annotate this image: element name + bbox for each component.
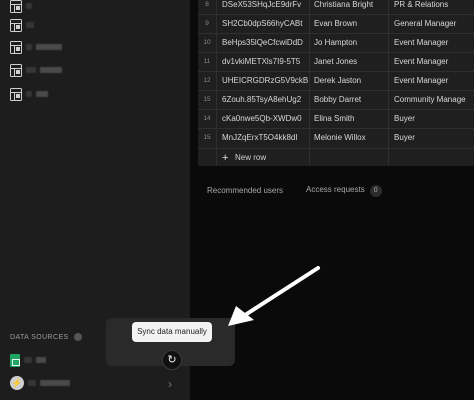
name-cell[interactable]: Janet Jones xyxy=(314,53,388,72)
data-source-label-redacted xyxy=(28,380,36,386)
role-cell[interactable]: Buyer xyxy=(394,110,474,129)
sidebar-item-2[interactable] xyxy=(10,18,34,32)
sidebar-item-label-redacted xyxy=(36,44,62,50)
app-window: DATA SOURCES ⚡ › Sync data manually ↻ 8D… xyxy=(0,0,474,400)
sheet-icon xyxy=(10,40,22,54)
data-source-label-redacted xyxy=(40,380,70,386)
role-cell[interactable]: Community Manage xyxy=(394,91,474,110)
name-cell[interactable]: Christiana Bright xyxy=(314,0,388,15)
name-cell[interactable]: Evan Brown xyxy=(314,15,388,34)
table-row[interactable]: 14 cKa0nwe5Qb-XWDw0 Elina Smith Buyer xyxy=(198,109,474,128)
new-row-button[interactable]: + New row xyxy=(198,148,474,166)
table-row[interactable]: 11 dv1vkiMETXls7I9-5T5 Janet Jones Event Ma… xyxy=(198,52,474,71)
data-source-google-sheets[interactable] xyxy=(10,353,46,367)
data-sources-heading: DATA SOURCES xyxy=(10,333,82,341)
table-row[interactable]: 15 6Zouh.85TsyA8ehUg2 Bobby Darret Communit… xyxy=(198,90,474,109)
plus-icon: + xyxy=(222,152,229,164)
chevron-right-icon[interactable]: › xyxy=(168,377,172,391)
users-table: 8 DSeX53SHqJcE9drFv Christiana Bright PR & … xyxy=(198,0,474,166)
row-number-cell[interactable]: 8 xyxy=(198,0,216,15)
help-icon[interactable] xyxy=(73,333,82,341)
role-cell[interactable]: General Manager xyxy=(394,15,474,34)
sidebar-item-3[interactable] xyxy=(10,40,62,54)
sidebar-item-label-redacted xyxy=(40,67,62,73)
row-number-cell[interactable]: 15 xyxy=(198,91,216,110)
id-cell[interactable]: MnJZqErxT5O4kk8dI xyxy=(222,129,308,148)
row-number-cell[interactable]: 9 xyxy=(198,15,216,34)
data-source-label-redacted xyxy=(24,357,32,363)
table-row[interactable]: 9 SH2Cb0dpS66hyCABt Evan Brown General Mana… xyxy=(198,14,474,33)
access-requests-count-badge: 0 xyxy=(369,185,382,197)
role-cell[interactable]: Buyer xyxy=(394,129,474,148)
sheet-icon xyxy=(10,63,22,77)
id-cell[interactable]: BeHps35lQeCfcwiDdD xyxy=(222,34,308,53)
data-sources-label: DATA SOURCES xyxy=(10,333,69,341)
sheet-icon xyxy=(10,87,22,101)
access-requests-label: Access requests xyxy=(306,185,365,194)
name-cell[interactable]: Elina Smith xyxy=(314,110,388,129)
id-cell[interactable]: dv1vkiMETXls7I9-5T5 xyxy=(222,53,308,72)
google-sheets-icon xyxy=(10,353,20,367)
new-row-label: New row xyxy=(235,153,267,162)
id-cell[interactable]: 6Zouh.85TsyA8ehUg2 xyxy=(222,91,308,110)
lightning-icon: ⚡ xyxy=(10,376,24,390)
sidebar-item-label-redacted xyxy=(26,44,32,50)
row-number-cell[interactable]: 14 xyxy=(198,110,216,129)
table-row[interactable]: 10 BeHps35lQeCfcwiDdD Jo Hampton Event Mana… xyxy=(198,33,474,52)
row-number-cell[interactable]: 10 xyxy=(198,34,216,53)
annotation-arrow xyxy=(228,266,320,326)
sheet-icon xyxy=(10,0,22,13)
name-cell[interactable]: Bobby Darret xyxy=(314,91,388,110)
sync-tooltip: Sync data manually xyxy=(132,322,212,342)
role-cell[interactable]: Event Manager xyxy=(394,34,474,53)
id-cell[interactable]: cKa0nwe5Qb-XWDw0 xyxy=(222,110,308,129)
role-cell[interactable]: PR & Relations xyxy=(394,0,474,15)
tab-access-requests[interactable]: Access requests 0 xyxy=(306,185,382,197)
id-cell[interactable]: SH2Cb0dpS66hyCABt xyxy=(222,15,308,34)
name-cell[interactable]: Melonie Willox xyxy=(314,129,388,148)
name-cell[interactable]: Jo Hampton xyxy=(314,34,388,53)
role-cell[interactable]: Event Manager xyxy=(394,72,474,91)
sheet-icon xyxy=(10,18,22,32)
row-number-cell[interactable]: 15 xyxy=(198,129,216,148)
data-source-label-redacted xyxy=(36,357,46,363)
row-number-cell[interactable]: 11 xyxy=(198,53,216,72)
table-row[interactable]: 12 UHEICRGDRzG5V9ckB Derek Jaston Event Man… xyxy=(198,71,474,90)
refresh-icon: ↻ xyxy=(167,354,177,366)
sidebar-item-1[interactable] xyxy=(10,0,32,13)
sidebar-item-label-redacted xyxy=(36,91,48,97)
sidebar-item-5[interactable] xyxy=(10,87,48,101)
table-row[interactable]: 15 MnJZqErxT5O4kk8dI Melonie Willox Buyer xyxy=(198,128,474,147)
sidebar-item-label-redacted xyxy=(26,3,32,9)
sidebar-item-4[interactable] xyxy=(10,63,62,77)
table-row[interactable]: 8 DSeX53SHqJcE9drFv Christiana Bright PR & … xyxy=(198,0,474,14)
name-cell[interactable]: Derek Jaston xyxy=(314,72,388,91)
role-cell[interactable]: Event Manager xyxy=(394,53,474,72)
id-cell[interactable]: DSeX53SHqJcE9drFv xyxy=(222,0,308,15)
sidebar-item-label-redacted xyxy=(26,67,36,73)
sidebar-item-label-redacted xyxy=(26,22,34,28)
tab-recommended-users[interactable]: Recommended users xyxy=(207,186,283,195)
row-number-cell[interactable]: 12 xyxy=(198,72,216,91)
data-source-integration[interactable]: ⚡ xyxy=(10,376,70,390)
id-cell[interactable]: UHEICRGDRzG5V9ckB xyxy=(222,72,308,91)
sync-button[interactable]: ↻ xyxy=(162,350,182,370)
sidebar-item-label-redacted xyxy=(26,91,32,97)
